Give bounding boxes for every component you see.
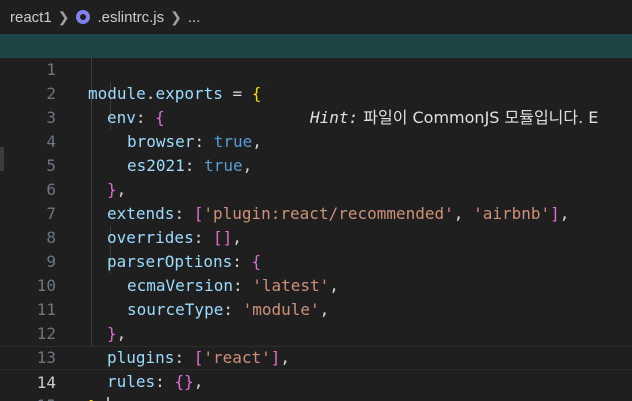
line-number: 15 — [0, 394, 56, 401]
code-line[interactable]: 11 }, — [0, 274, 632, 343]
breadcrumb-symbol-ellipsis[interactable]: ... — [188, 9, 201, 26]
code-line[interactable]: 1 module.exports = { Hint: 파일이 CommonJS … — [0, 34, 632, 127]
breadcrumb-file[interactable]: .eslintrc.js — [97, 9, 164, 26]
chevron-right-icon: ❯ — [57, 8, 70, 25]
code-line[interactable]: 3 browser: true, — [0, 82, 632, 151]
code-editor[interactable]: 1 module.exports = { Hint: 파일이 CommonJS … — [0, 34, 632, 401]
code-line[interactable]: 7 overrides: [], — [0, 178, 632, 247]
breadcrumb-folder[interactable]: react1 — [10, 9, 52, 26]
chevron-right-icon: ❯ — [170, 8, 182, 25]
code-line[interactable]: 4 es2021: true, — [0, 106, 632, 175]
code-line[interactable]: 8 parserOptions: { — [0, 202, 632, 271]
text-cursor — [107, 397, 110, 401]
code-line[interactable]: 9 ecmaVersion: 'latest', — [0, 226, 632, 295]
breadcrumb: react1 ❯ .eslintrc.js ❯ ... — [0, 0, 632, 34]
token-punctuation: ; — [98, 397, 108, 401]
eslint-file-icon — [76, 10, 91, 24]
code-line[interactable]: 12 plugins: ['react'], — [0, 298, 632, 367]
code-line-current[interactable]: 14 }; — [0, 346, 632, 401]
code-line[interactable]: 6 extends: ['plugin:react/recommended', … — [0, 154, 632, 223]
code-line[interactable]: 5 }, — [0, 130, 632, 199]
code-text: }; — [88, 395, 110, 401]
token-bracket: } — [88, 397, 98, 401]
code-line[interactable]: 10 sourceType: 'module', — [0, 250, 632, 319]
code-line[interactable]: 15 — [0, 370, 632, 401]
code-line[interactable]: 2 env: { — [0, 58, 632, 127]
code-line[interactable]: 13 rules: {}, — [0, 322, 632, 391]
